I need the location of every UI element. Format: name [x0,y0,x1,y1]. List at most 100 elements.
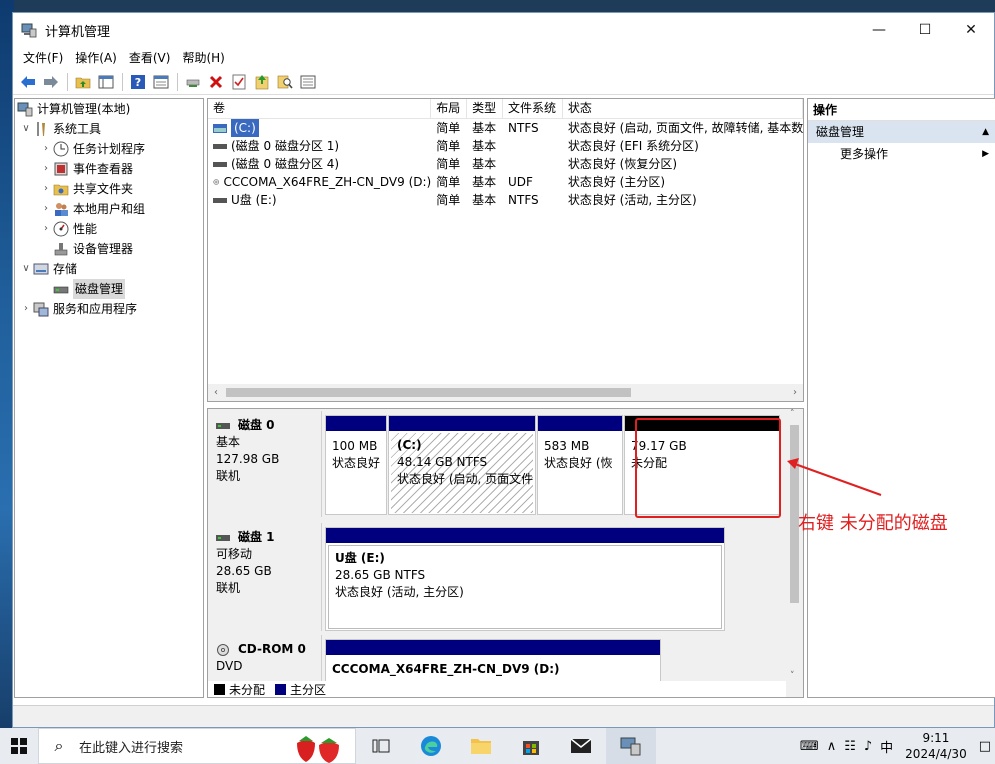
console-tree-icon [98,75,114,88]
menu-help[interactable]: 帮助(H) [176,47,230,69]
svg-text:?: ? [135,76,141,89]
partition-efi[interactable]: 100 MB 状态良好 [325,415,387,515]
file-explorer-button[interactable] [456,728,506,764]
tree-item-storage[interactable]: ∨ 存储 [15,259,203,279]
checklist-button[interactable] [228,71,250,93]
chevron-down-icon[interactable]: ∨ [19,119,33,139]
collapse-up-icon[interactable]: ▲ [982,121,989,143]
column-header-volume[interactable]: 卷 [208,99,432,118]
delete-button[interactable] [205,71,227,93]
tree-item-performance[interactable]: › 性能 [15,219,203,239]
column-header-type[interactable]: 类型 [467,99,504,118]
start-button[interactable] [0,728,38,764]
close-button[interactable]: ✕ [948,13,994,47]
network-icon[interactable]: ☷ [840,739,860,754]
volume-icon[interactable]: ♪ [860,739,876,754]
tree-item-local-users[interactable]: › 本地用户和组 [15,199,203,219]
taskbar-search-box[interactable]: ⌕ 在此键入进行搜索 [38,728,356,764]
tree-item-shared-folders[interactable]: › 共享文件夹 [15,179,203,199]
chevron-down-icon[interactable]: ∨ [19,259,33,279]
table-row[interactable]: CCCOMA_X64FRE_ZH-CN_DV9 (D:) 简单 基本 UDF 状… [208,173,803,191]
up-folder-button[interactable] [72,71,94,93]
table-row[interactable]: (C:) 简单 基本 NTFS 状态良好 (启动, 页面文件, 故障转储, 基本… [208,119,803,137]
forward-button[interactable] [40,71,62,93]
title-bar: 计算机管理 — ☐ ✕ [13,13,994,47]
cdrom-0-info[interactable]: CD-ROM 0 DVD [210,635,322,681]
tree-item-disk-management[interactable]: 磁盘管理 [15,279,203,299]
actions-section-label: 磁盘管理 [816,125,865,139]
chevron-right-icon[interactable]: › [19,299,33,319]
column-header-filesystem[interactable]: 文件系统 [503,99,563,118]
keyboard-icon[interactable]: ⌨ [796,739,823,754]
partition-usb-e[interactable]: U盘 (E:) 28.65 GB NTFS 状态良好 (活动, 主分区) [325,527,725,631]
ime-indicator[interactable]: 中 [876,737,897,756]
menu-view[interactable]: 查看(V) [123,47,177,69]
partition-recovery[interactable]: 583 MB 状态良好 (恢 [537,415,623,515]
chevron-right-icon[interactable]: › [39,159,53,179]
close-icon: ✕ [965,22,977,38]
partition-cdrom-d[interactable]: CCCOMA_X64FRE_ZH-CN_DV9 (D:) [325,639,661,683]
chevron-right-icon[interactable]: › [39,179,53,199]
partition-c[interactable]: (C:) 48.14 GB NTFS 状态良好 (启动, 页面文件 [388,415,536,515]
horizontal-scrollbar[interactable]: ‹ › [208,384,803,401]
scrollbar-thumb[interactable] [226,388,631,397]
connect-button[interactable] [182,71,204,93]
more-actions-item[interactable]: 更多操作 ▶ [808,143,995,165]
tree-item-device-manager[interactable]: 设备管理器 [15,239,203,259]
volume-type: 基本 [472,193,497,207]
store-button[interactable] [506,728,556,764]
task-view-button[interactable] [356,728,406,764]
actions-header: 操作 [808,99,995,121]
tree-item-task-scheduler[interactable]: › 任务计划程序 [15,139,203,159]
actions-section-disk-management[interactable]: 磁盘管理 ▲ [808,121,995,143]
column-header-layout[interactable]: 布局 [431,99,468,118]
volume-name: U盘 (E:) [231,193,277,207]
disk-1-info[interactable]: 磁盘 1 可移动 28.65 GB 联机 [210,523,322,631]
table-row[interactable]: U盘 (E:) 简单 基本 NTFS 状态良好 (活动, 主分区) [208,191,803,209]
search-doc-button[interactable] [274,71,296,93]
properties-view-button[interactable] [150,71,172,93]
scroll-up-icon[interactable]: ˄ [790,409,795,419]
table-row[interactable]: (磁盘 0 磁盘分区 1) 简单 基本 状态良好 (EFI 系统分区) [208,137,803,155]
tree-item-services[interactable]: › 服务和应用程序 [15,299,203,319]
help-button[interactable]: ? [127,71,149,93]
disk-size: 127.98 GB [216,452,280,466]
volume-fs [503,137,563,155]
chevron-right-icon[interactable]: › [39,219,53,239]
computer-management-taskbar-button[interactable] [606,728,656,764]
scroll-right-icon[interactable]: › [787,384,803,401]
mail-button[interactable] [556,728,606,764]
maximize-button[interactable]: ☐ [902,13,948,47]
tree-item-label: 磁盘管理 [73,279,126,299]
chevron-right-icon[interactable]: › [39,139,53,159]
menu-action[interactable]: 操作(A) [69,47,123,69]
scroll-down-icon[interactable]: ˅ [790,671,795,681]
tree-item-system-tools[interactable]: ∨ 系统工具 [15,119,203,139]
edge-button[interactable] [406,728,456,764]
export-button[interactable] [251,71,273,93]
view-list-button[interactable] [297,71,319,93]
chevron-up-icon[interactable]: ∧ [823,739,841,754]
toolbar-separator [67,72,68,91]
find-icon [277,75,293,89]
clock[interactable]: 9:11 2024/4/30 [897,730,975,762]
tree-root[interactable]: 计算机管理(本地) [15,99,203,119]
window-title: 计算机管理 [45,24,111,40]
tree-item-event-viewer[interactable]: › 事件查看器 [15,159,203,179]
disk-0-info[interactable]: 磁盘 0 基本 127.98 GB 联机 [210,411,322,517]
menu-file[interactable]: 文件(F) [17,47,69,69]
notifications-icon[interactable]: □ [975,739,995,754]
volume-type: 基本 [472,157,497,171]
minimize-button[interactable]: — [856,13,902,47]
clock-date: 2024/4/30 [905,747,967,761]
vertical-scrollbar[interactable]: ˄ ˅ [786,409,803,697]
minimize-icon: — [872,22,886,38]
chevron-right-icon[interactable]: › [39,199,53,219]
connect-drive-icon [186,79,200,87]
back-button[interactable] [17,71,39,93]
table-row[interactable]: (磁盘 0 磁盘分区 4) 简单 基本 状态良好 (恢复分区) [208,155,803,173]
column-header-status[interactable]: 状态 [563,99,803,118]
show-hide-tree-button[interactable] [95,71,117,93]
scroll-left-icon[interactable]: ‹ [208,384,224,401]
volume-layout: 简单 [436,121,461,135]
